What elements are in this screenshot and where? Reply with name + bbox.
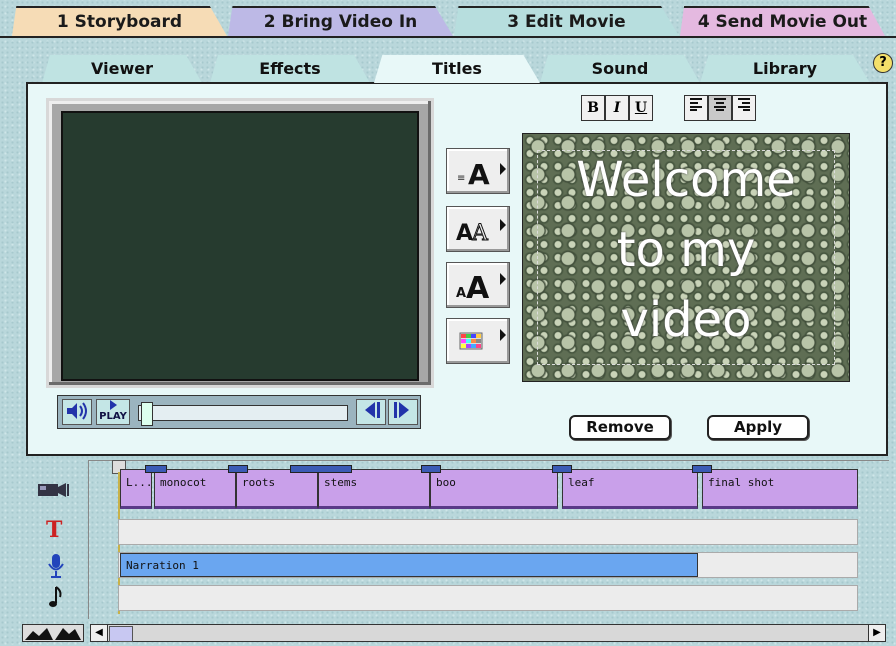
title-track[interactable]	[118, 519, 858, 545]
play-icon	[110, 400, 117, 410]
tab-divider-line	[0, 36, 896, 38]
color-palette-icon	[459, 329, 506, 350]
video-clip[interactable]: roots	[236, 469, 318, 509]
play-button[interactable]: PLAY	[96, 399, 130, 425]
svg-text:A: A	[466, 271, 490, 305]
step-back-button[interactable]	[356, 399, 386, 425]
svg-text:A: A	[456, 221, 473, 246]
step-forward-button[interactable]	[388, 399, 418, 425]
align-center-button[interactable]	[708, 95, 732, 121]
tab-send-movie-out[interactable]: 4 Send Movie Out	[680, 6, 885, 36]
music-note-icon	[48, 585, 64, 613]
video-clip[interactable]: leaf	[562, 469, 698, 509]
svg-text:A: A	[471, 221, 489, 246]
title-marker	[421, 465, 441, 473]
title-line-2: to my	[616, 222, 756, 278]
align-left-icon	[690, 98, 702, 111]
microphone-icon	[46, 553, 66, 583]
tab-viewer[interactable]: Viewer	[42, 55, 202, 83]
scrubber-handle[interactable]	[141, 402, 153, 426]
tab-effects[interactable]: Effects	[210, 55, 370, 83]
align-center-icon	[714, 98, 726, 111]
zoom-icon	[25, 628, 81, 640]
title-line-1: Welcome	[576, 152, 796, 208]
title-icon: T	[46, 517, 63, 543]
align-left-button[interactable]	[684, 95, 708, 121]
video-clip[interactable]: boo	[430, 469, 558, 509]
font-style-icon: AA	[456, 219, 506, 247]
video-clip[interactable]: L...	[120, 469, 153, 509]
svg-text:A: A	[456, 286, 466, 301]
text-scroll-icon: ≡ A	[457, 158, 506, 191]
tab-sound[interactable]: Sound	[540, 55, 700, 83]
underline-button[interactable]: U	[629, 95, 653, 121]
scroll-left-button[interactable]: ◀	[91, 625, 108, 641]
step-forward-icon	[394, 402, 409, 418]
title-marker	[145, 465, 167, 473]
title-marker	[692, 465, 712, 473]
music-track[interactable]	[118, 585, 858, 611]
tab-edit-movie[interactable]: 3 Edit Movie	[454, 6, 679, 36]
video-monitor	[46, 98, 434, 388]
title-marker	[228, 465, 248, 473]
volume-button[interactable]	[62, 399, 92, 425]
italic-button[interactable]: I	[605, 95, 629, 121]
title-marker	[552, 465, 572, 473]
player-controls: PLAY	[57, 395, 421, 429]
zoom-control[interactable]	[22, 624, 84, 642]
video-clip[interactable]: final shot	[702, 469, 858, 509]
video-clip[interactable]: monocot	[154, 469, 236, 509]
timeline-scrollbar[interactable]: ◀ ▶	[90, 624, 886, 642]
tab-bring-video-in[interactable]: 2 Bring Video In	[228, 6, 453, 36]
title-font-button[interactable]: AA	[446, 206, 510, 252]
text-size-icon: AA	[456, 271, 506, 306]
remove-button[interactable]: Remove	[569, 415, 671, 440]
title-marker	[290, 465, 352, 473]
tab-library[interactable]: Library	[700, 55, 870, 83]
video-clip[interactable]: stems	[318, 469, 430, 509]
align-right-button[interactable]	[732, 95, 756, 121]
bold-button[interactable]: B	[581, 95, 605, 121]
help-icon[interactable]: ?	[873, 53, 893, 73]
video-screen	[61, 111, 419, 381]
title-scroll-button[interactable]: ≡ A	[446, 148, 510, 194]
apply-button[interactable]: Apply	[707, 415, 809, 440]
svg-text:A: A	[468, 158, 490, 191]
play-label: PLAY	[99, 411, 127, 422]
title-color-button[interactable]	[446, 318, 510, 364]
narration-clip[interactable]: Narration 1	[120, 553, 698, 577]
title-line-3: video	[620, 292, 752, 348]
title-size-button[interactable]: AA	[446, 262, 510, 308]
camera-icon	[36, 478, 72, 506]
scroll-right-button[interactable]: ▶	[868, 625, 885, 641]
speaker-icon	[67, 402, 87, 420]
tab-storyboard[interactable]: 1 Storyboard	[12, 6, 227, 36]
align-right-icon	[738, 98, 750, 111]
playback-scrubber[interactable]	[138, 402, 348, 426]
svg-text:≡: ≡	[457, 173, 465, 184]
scroll-thumb[interactable]	[109, 626, 133, 642]
step-back-icon	[365, 402, 380, 418]
tab-titles[interactable]: Titles	[374, 55, 540, 83]
title-preview: Welcome to my video	[522, 133, 850, 382]
